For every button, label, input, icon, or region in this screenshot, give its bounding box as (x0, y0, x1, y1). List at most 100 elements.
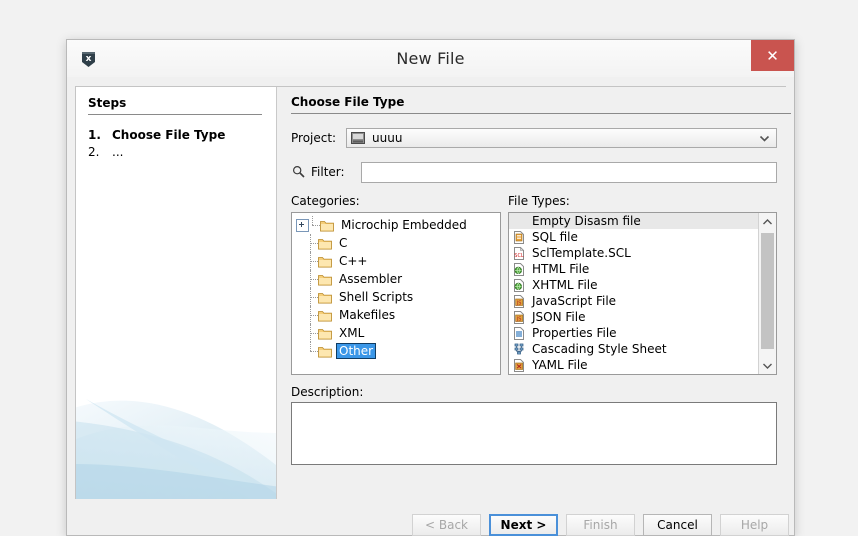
dialog-button-bar: < Back Next > Finish Cancel Help (67, 502, 794, 535)
list-item-label: XHTML File (532, 278, 598, 292)
categories-label: Categories: (291, 194, 360, 208)
description-textarea[interactable] (291, 402, 777, 465)
js-icon: JS (512, 294, 526, 308)
tree-item-makefiles[interactable]: Makefiles (292, 306, 500, 324)
tree-item-microchip-embedded[interactable]: Microchip Embedded (292, 216, 500, 234)
tree-item-cpp[interactable]: C++ (292, 252, 500, 270)
list-item-label: YAML File (532, 358, 588, 372)
desktop-background: x New File ✕ Steps 1. Choose File Type (0, 0, 858, 532)
svg-text:SCL: SCL (514, 253, 524, 259)
tree-item-label-selected: Other (337, 344, 375, 358)
list-item-json-file[interactable]: JS JSON File (509, 309, 776, 325)
list-item-yaml-file[interactable]: YAML File (509, 357, 776, 373)
tree-line (311, 216, 320, 234)
folder-icon (318, 291, 332, 304)
decorative-swoosh-graphic (76, 369, 276, 499)
expand-plus-icon[interactable] (296, 219, 309, 232)
dialog-body: Steps 1. Choose File Type 2. ... (67, 77, 794, 535)
filter-input[interactable] (361, 162, 777, 183)
categories-tree: Microchip Embedded (292, 213, 500, 360)
tree-item-label: XML (337, 326, 366, 340)
tree-item-assembler[interactable]: Assembler (292, 270, 500, 288)
tree-item-xml[interactable]: XML (292, 324, 500, 342)
chevron-up-icon[interactable] (759, 213, 776, 230)
list-item-label: Properties File (532, 326, 617, 340)
folder-icon (320, 219, 334, 232)
close-button[interactable]: ✕ (751, 40, 794, 71)
file-types-label: File Types: (508, 194, 570, 208)
list-item-scltemplate-scl[interactable]: SCL SclTemplate.SCL (509, 245, 776, 261)
project-label: Project: (291, 131, 336, 145)
steps-pane: Steps 1. Choose File Type 2. ... (76, 87, 277, 499)
list-item-cascading-style-sheet[interactable]: Cascading Style Sheet (509, 341, 776, 357)
step-item-2: 2. ... (88, 144, 264, 160)
next-button[interactable]: Next > (489, 514, 558, 536)
scl-icon: SCL (512, 246, 526, 260)
project-icon (351, 132, 365, 144)
tree-item-label: Shell Scripts (337, 290, 415, 304)
back-button[interactable]: < Back (412, 514, 481, 536)
list-item-label: SQL file (532, 230, 578, 244)
dialog-panes: Steps 1. Choose File Type 2. ... (75, 86, 786, 499)
list-item-label: Empty Disasm file (532, 214, 641, 228)
step-number: 2. (88, 144, 112, 160)
categories-listbox[interactable]: Microchip Embedded (291, 212, 501, 375)
tree-item-shell-scripts[interactable]: Shell Scripts (292, 288, 500, 306)
list-item-label: JSON File (532, 310, 585, 324)
tree-line (309, 252, 318, 270)
dialog-title: New File (67, 49, 794, 68)
main-pane: Choose File Type Project: (277, 87, 786, 499)
project-combobox[interactable]: uuuu (346, 128, 777, 148)
step-label: ... (112, 144, 123, 160)
description-label: Description: (291, 385, 363, 399)
scrollbar-thumb[interactable] (761, 233, 774, 349)
tree-line (309, 288, 318, 306)
filter-row: Filter: (291, 162, 777, 184)
chevron-down-icon[interactable] (759, 357, 776, 374)
tree-line (309, 270, 318, 288)
list-item-empty-disasm-file[interactable]: Empty Disasm file (509, 213, 776, 229)
page-title: Choose File Type (291, 95, 791, 114)
chevron-down-icon[interactable] (759, 133, 770, 144)
tree-item-other[interactable]: Other (292, 342, 500, 360)
html-icon (512, 262, 526, 276)
tree-item-label: Makefiles (337, 308, 397, 322)
tree-line (309, 324, 318, 342)
list-item-label: JavaScript File (532, 294, 616, 308)
file-types-listbox[interactable]: Empty Disasm file (508, 212, 777, 375)
finish-button[interactable]: Finish (566, 514, 635, 536)
list-item-sql-file[interactable]: SQL file (509, 229, 776, 245)
step-number: 1. (88, 127, 112, 143)
svg-text:JS: JS (516, 316, 522, 322)
list-item-properties-file[interactable]: Properties File (509, 325, 776, 341)
folder-icon (318, 345, 332, 358)
project-value: uuuu (372, 131, 402, 145)
tree-item-label: Assembler (337, 272, 404, 286)
step-label: Choose File Type (112, 127, 225, 143)
step-item-1: 1. Choose File Type (88, 127, 264, 143)
tree-item-label: C++ (337, 254, 370, 268)
list-item-xhtml-file[interactable]: XHTML File (509, 277, 776, 293)
tree-item-c[interactable]: C (292, 234, 500, 252)
new-file-dialog: x New File ✕ Steps 1. Choose File Type (66, 39, 795, 536)
search-icon (292, 165, 305, 178)
file-types-scrollbar[interactable] (758, 213, 776, 374)
svg-text:JS: JS (516, 300, 522, 306)
list-item-html-file[interactable]: HTML File (509, 261, 776, 277)
dialog-titlebar[interactable]: x New File ✕ (67, 40, 794, 78)
list-item-label: SclTemplate.SCL (532, 246, 631, 260)
file-types-list: Empty Disasm file (509, 213, 776, 373)
folder-icon (318, 273, 332, 286)
steps-header: Steps (88, 96, 262, 115)
list-item-label: HTML File (532, 262, 589, 276)
folder-icon (318, 237, 332, 250)
cancel-button[interactable]: Cancel (643, 514, 712, 536)
tree-item-label: C (337, 236, 349, 250)
list-item-javascript-file[interactable]: JS JavaScript File (509, 293, 776, 309)
json-icon: JS (512, 310, 526, 324)
tree-line (309, 306, 318, 324)
css-icon (512, 342, 526, 356)
sql-icon (512, 230, 526, 244)
help-button[interactable]: Help (720, 514, 789, 536)
tree-item-label: Microchip Embedded (339, 218, 469, 232)
